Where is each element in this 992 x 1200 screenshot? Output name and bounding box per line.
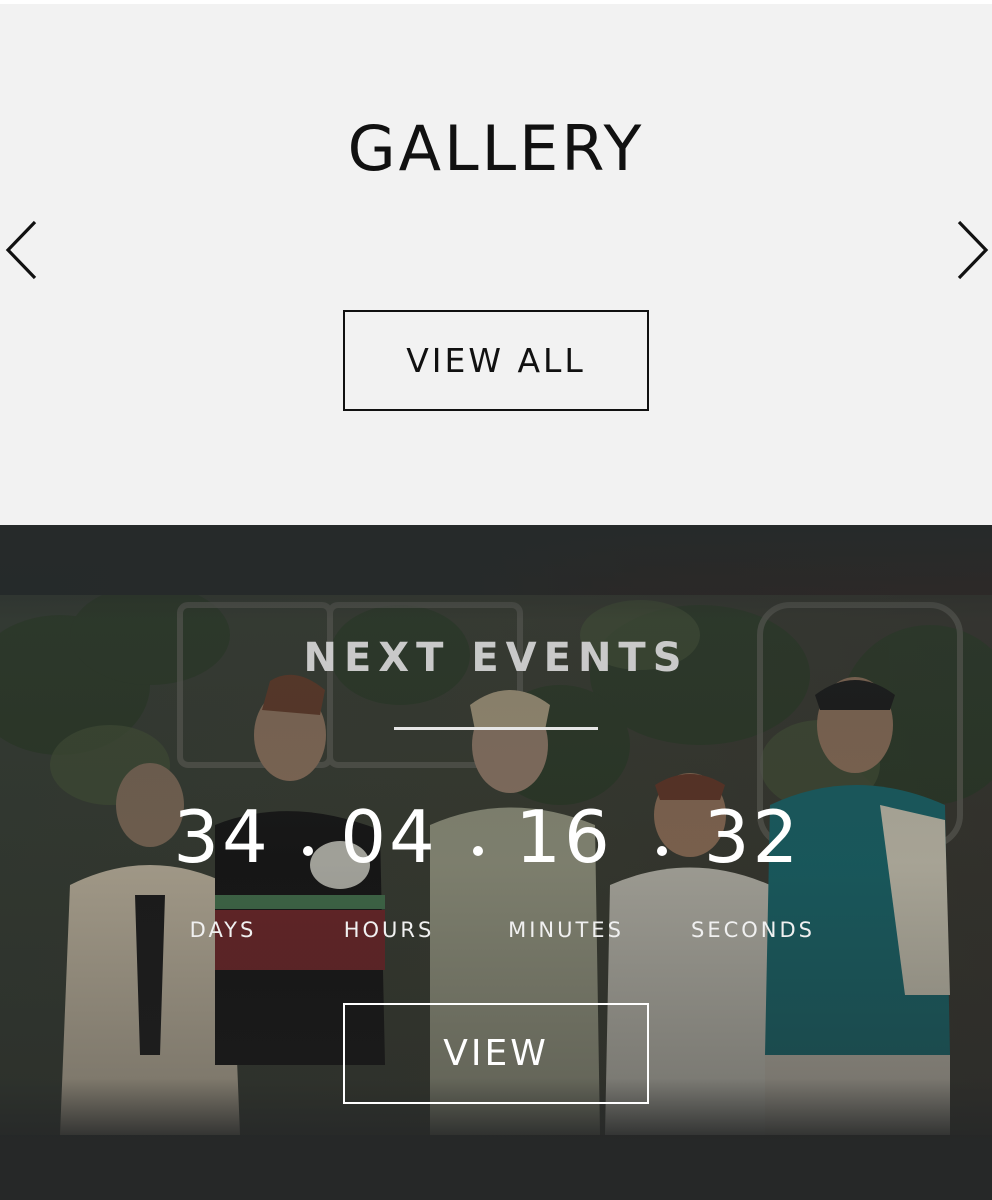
countdown-seconds-label: SECONDS xyxy=(690,918,815,942)
chevron-left-icon xyxy=(5,220,37,280)
title-divider xyxy=(394,727,598,730)
countdown-minutes-value: 16 xyxy=(515,795,613,879)
chevron-right-icon xyxy=(957,220,989,280)
countdown-days-value: 34 xyxy=(173,795,271,879)
countdown-hours-label: HOURS xyxy=(343,918,435,942)
countdown-separator xyxy=(657,846,667,856)
view-all-button[interactable]: VIEW ALL xyxy=(343,310,649,411)
gallery-title: GALLERY xyxy=(347,112,645,185)
countdown-hours-value: 04 xyxy=(340,795,438,879)
countdown-separator xyxy=(303,846,313,856)
view-event-button[interactable]: VIEW xyxy=(343,1003,649,1104)
gallery-next-button[interactable] xyxy=(952,218,992,282)
countdown-separator xyxy=(473,846,483,856)
gallery-prev-button[interactable] xyxy=(2,218,42,282)
countdown-seconds-value: 32 xyxy=(703,795,802,879)
next-events-section: NEXT EVENTS 34 04 16 32 DAYS HOURS MINUT… xyxy=(0,525,992,1200)
countdown-minutes-label: MINUTES xyxy=(508,918,624,942)
next-events-title: NEXT EVENTS xyxy=(303,635,689,681)
gallery-section: GALLERY VIEW ALL xyxy=(0,4,992,525)
countdown-days-label: DAYS xyxy=(189,918,257,942)
